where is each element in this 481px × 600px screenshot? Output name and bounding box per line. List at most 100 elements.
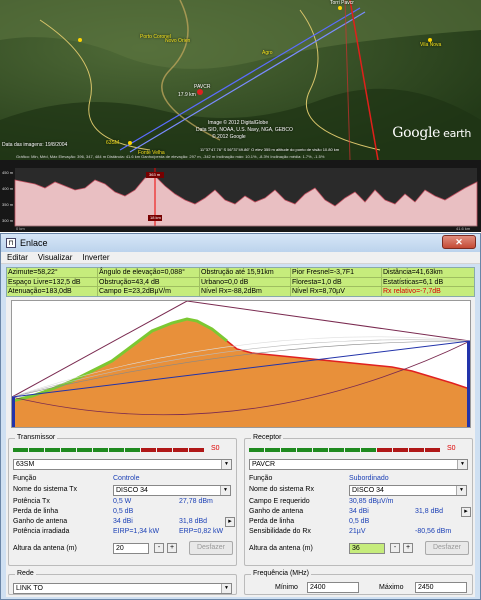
map-copyright-2: Data SIO, NOAA, U.S. Navy, NGA, GEBCO: [196, 127, 293, 133]
info-floresta: Floresta=1,0 dB: [290, 277, 342, 287]
rx-funcao-label: Função: [249, 475, 273, 482]
rx-sens-uv: 21µV: [349, 528, 366, 535]
rx-sistema-value: DISCO 34: [352, 487, 384, 494]
elevation-profile-graph[interactable]: 450 m 400 m 350 m 300 m 363 m 18 km 0 km…: [0, 160, 481, 232]
info-obstrucao: Obstrução=43,4 dB: [97, 277, 160, 287]
map-label-mid-town: Agro: [262, 50, 273, 56]
tx-indicator-value: S0: [211, 445, 220, 452]
map-label-left-town: Porto Coronel: [140, 34, 171, 40]
elev-marker-top: 363 m: [149, 172, 161, 177]
tx-pot-irradiada-label: Potência irradiada: [13, 528, 70, 535]
freq-min-input[interactable]: 2400: [307, 582, 359, 593]
rx-sens-label: Sensibilidade do Rx: [249, 528, 311, 535]
chevron-down-icon: ▼: [456, 486, 466, 495]
transmissor-title: Transmissor: [15, 434, 58, 441]
tx-eirp: EIRP=1,34 kW: [113, 528, 160, 535]
tx-ganho-spin[interactable]: ▸: [225, 517, 235, 527]
rx-altura-increment[interactable]: +: [403, 543, 413, 553]
tx-perda-value: 0,5 dB: [113, 508, 134, 515]
rx-perda-value: 0,5 dB: [349, 518, 370, 525]
menu-visualizar[interactable]: Visualizar: [38, 252, 73, 264]
receptor-group: Receptor S0 PAVCR ▼ Função Subordinado N…: [244, 434, 473, 566]
rx-altura-decrement[interactable]: -: [390, 543, 400, 553]
freq-max-label: Máximo: [379, 584, 404, 591]
tx-ganho-dbd: 31,8 dBd: [179, 518, 208, 525]
transmissor-group: Transmissor S0 63SM ▼ Função Controle No…: [8, 434, 237, 566]
tx-funcao-value[interactable]: Controle: [113, 475, 139, 482]
tx-altura-increment[interactable]: +: [167, 543, 177, 553]
tx-altura-decrement[interactable]: -: [154, 543, 164, 553]
info-obstrucao-ate: Obstrução até 15,91km: [199, 268, 274, 277]
rx-ganho-label: Ganho de antena: [249, 508, 304, 515]
chevron-down-icon: ▼: [457, 460, 467, 469]
receptor-title: Receptor: [251, 434, 284, 441]
rx-station-select[interactable]: PAVCR ▼: [249, 459, 468, 470]
rx-desfazer-button[interactable]: Desfazer: [425, 541, 469, 555]
tx-ganho-label: Ganho de antena: [13, 518, 68, 525]
rx-altura-input[interactable]: 36: [349, 543, 385, 554]
info-pior-fresnel: Pior Fresnel=-3,7F1: [290, 268, 355, 277]
menu-inverter[interactable]: Inverter: [82, 252, 109, 264]
tx-sistema-select[interactable]: DISCO 34 ▼: [113, 485, 231, 496]
tx-desfazer-button[interactable]: Desfazer: [189, 541, 233, 555]
tx-station-select[interactable]: 63SM ▼: [13, 459, 232, 470]
rx-signal-indicator: S0: [249, 445, 456, 452]
tx-ganho-dbi: 34 dBi: [113, 518, 133, 525]
map-coords: 11°37'47.76" S 56°37'49.86" O elev 355 m…: [200, 147, 340, 152]
map-label-lower-left: 63SM: [106, 140, 120, 146]
info-rx-relativo: Rx relativo=-7,7dB: [381, 287, 441, 296]
google-earth-map[interactable]: Torri Pavcr Novo Orien Porto Coronel Vil…: [0, 0, 481, 160]
rede-select[interactable]: LINK TO ▼: [13, 583, 232, 594]
map-imagery-date: Data das imagens: 19/8/2004: [2, 142, 68, 148]
map-label-distance: 17.9 km: [178, 92, 196, 98]
rx-ganho-dbd: 31,8 dBd: [415, 508, 444, 515]
chevron-down-icon: ▼: [221, 584, 231, 593]
info-urbano: Urbano=0,0 dB: [199, 277, 249, 287]
frequencia-group: Frequência (MHz) Mínimo 2400 Máximo 2450: [244, 570, 473, 595]
tx-potencia-w: 0,5 W: [113, 498, 132, 505]
tx-potencia-label: Potência Tx: [13, 498, 50, 505]
rx-indicator-value: S0: [447, 445, 456, 452]
enlace-window: ⊓ Enlace ✕ Editar Visualizar Inverter Az…: [0, 233, 481, 600]
close-button[interactable]: ✕: [442, 235, 476, 249]
link-profile-graph[interactable]: [11, 300, 471, 428]
rx-campo-value: 30,85 dBµV/m: [349, 498, 394, 505]
elev-axis-end: 41.6 km: [456, 226, 471, 231]
rede-group: Rede LINK TO ▼: [8, 570, 237, 595]
rx-campo-label: Campo E requerido: [249, 498, 310, 505]
rede-title: Rede: [15, 570, 36, 577]
menu-bar: Editar Visualizar Inverter: [1, 252, 480, 264]
chevron-down-icon: ▼: [221, 460, 231, 469]
info-angulo: Ângulo de elevação=0,088°: [97, 268, 185, 277]
terrain-profile: [11, 300, 471, 427]
menu-editar[interactable]: Editar: [7, 252, 28, 264]
map-label-right-town: Vila Nova: [420, 42, 442, 48]
tx-sistema-value: DISCO 34: [116, 487, 148, 494]
freq-max-input[interactable]: 2450: [415, 582, 467, 593]
tx-erp: ERP=0,82 kW: [179, 528, 224, 535]
elev-axis-start: 0 km: [16, 226, 25, 231]
rx-ganho-spin[interactable]: ▸: [461, 507, 471, 517]
info-estatisticas: Estatísticas=6,1 dB: [381, 277, 444, 287]
rx-sistema-select[interactable]: DISCO 34 ▼: [349, 485, 467, 496]
tx-altura-input[interactable]: 20: [113, 543, 149, 554]
elevation-status-line: Gráfico: Min, Méd, Máx Elevação: 396, 34…: [16, 154, 325, 159]
tx-station-value: 63SM: [16, 461, 35, 468]
rx-perda-label: Perda de linha: [249, 518, 295, 525]
rx-funcao-value[interactable]: Subordinado: [349, 475, 389, 482]
elevation-plot: [14, 168, 478, 227]
info-campo-e: Campo E=23,2dBµV/m: [97, 287, 171, 296]
enlace-client-area: Azimute=58,22° Ângulo de elevação=0,088°…: [6, 267, 475, 597]
rx-altura-label: Altura da antena (m): [249, 545, 313, 552]
rx-station-value: PAVCR: [252, 461, 276, 468]
info-atenuacao: Atenuação=183,0dB: [8, 288, 72, 295]
freq-min-label: Mínimo: [275, 584, 298, 591]
info-azimute: Azimute=58,22°: [8, 269, 58, 276]
map-label-center: PAVCR: [194, 84, 211, 90]
tx-signal-indicator: S0: [13, 445, 220, 452]
window-titlebar[interactable]: ⊓ Enlace ✕: [1, 234, 480, 252]
google-earth-logo: Google earth: [392, 125, 471, 141]
tx-perda-label: Perda de linha: [13, 508, 59, 515]
chevron-down-icon: ▼: [220, 486, 230, 495]
map-copyright-1: Image © 2012 DigitalGlobe: [208, 120, 269, 126]
